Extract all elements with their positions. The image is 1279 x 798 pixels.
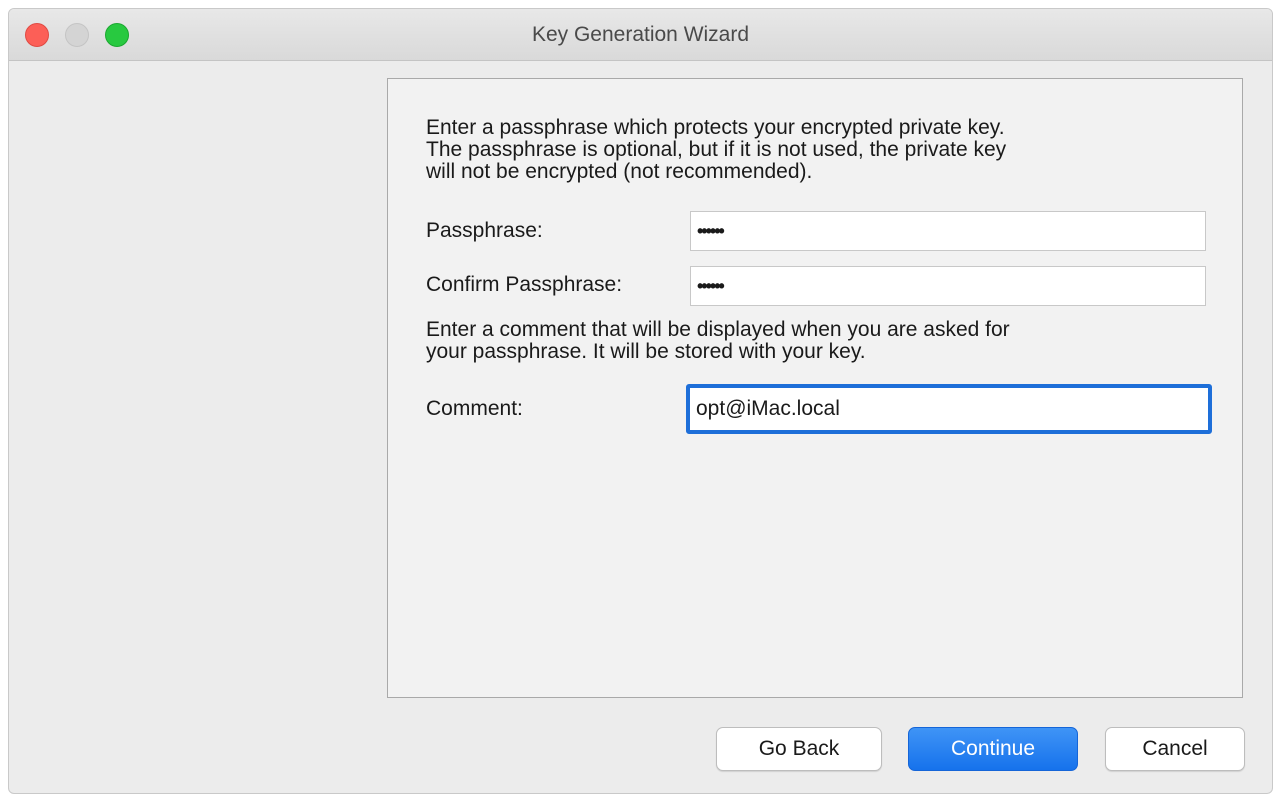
- wizard-content-pane: Enter a passphrase which protects your e…: [387, 78, 1243, 698]
- comment-label: Comment:: [426, 397, 523, 420]
- passphrase-instructions: Enter a passphrase which protects your e…: [426, 116, 1007, 183]
- comment-instructions: Enter a comment that will be displayed w…: [426, 318, 1010, 363]
- passphrase-label: Passphrase:: [426, 219, 543, 242]
- go-back-button[interactable]: Go Back: [716, 727, 882, 771]
- confirm-passphrase-field[interactable]: ••••••: [690, 266, 1206, 306]
- cancel-button[interactable]: Cancel: [1105, 727, 1245, 771]
- continue-button[interactable]: Continue: [908, 727, 1078, 771]
- confirm-passphrase-label: Confirm Passphrase:: [426, 273, 623, 296]
- title-bar[interactable]: Key Generation Wizard: [9, 9, 1272, 61]
- passphrase-field[interactable]: ••••••: [690, 211, 1206, 251]
- window-title: Key Generation Wizard: [531, 23, 750, 46]
- key-generation-wizard-window: Key Generation Wizard Enter a passphrase…: [8, 8, 1273, 794]
- comment-field[interactable]: opt@iMac.local: [686, 384, 1212, 434]
